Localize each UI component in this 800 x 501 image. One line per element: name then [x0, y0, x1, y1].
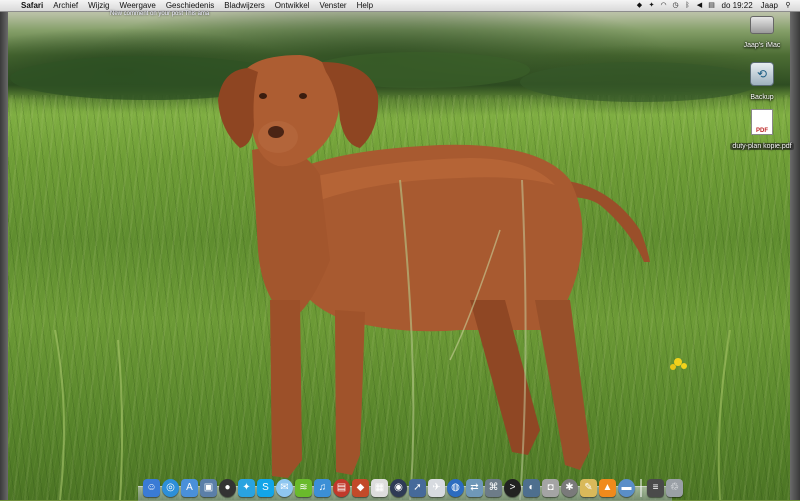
messages-icon[interactable]: ✉: [276, 479, 293, 497]
trash-icon[interactable]: ♲: [666, 479, 683, 497]
time-machine-icon[interactable]: ◷: [670, 0, 682, 11]
network-icon[interactable]: ⌘: [485, 479, 502, 497]
spotify-icon[interactable]: ≋: [295, 479, 312, 497]
rocket-icon[interactable]: ➚: [409, 479, 426, 497]
menu-geschiedenis[interactable]: Geschiedenis: [161, 0, 219, 11]
terminal-icon[interactable]: >: [504, 479, 521, 497]
desktop-icon-label: duty-plan kopie.pdf: [730, 143, 794, 150]
pdf-file-icon: PDF: [751, 109, 773, 135]
photos-icon[interactable]: ◆: [352, 479, 369, 497]
menu-safari[interactable]: Safari: [16, 0, 48, 11]
downloads-stack-icon[interactable]: ≡: [647, 479, 664, 497]
left-window-edge: [0, 10, 8, 500]
calendar-icon[interactable]: ▦: [371, 479, 388, 497]
safari-icon[interactable]: ◎: [162, 479, 179, 497]
utility-icon[interactable]: ✱: [561, 479, 578, 497]
dock: ☺ ◎ A ▣ ● ✦ S ✉ ≋ ♫ ▤ ◆ ▦ ◉ ➚ ✈ ◍ ⇄ ⌘ > ◐ ◘ ✱ ✎ ▲ ▬ ≡ ♲: [143, 473, 683, 497]
skype-icon[interactable]: S: [257, 479, 274, 497]
hard-drive-icon: [750, 16, 774, 34]
twitter-bird-icon[interactable]: ✦: [238, 479, 255, 497]
menu-user[interactable]: Jaap: [757, 0, 782, 11]
menu-venster[interactable]: Venster: [314, 0, 351, 11]
globe-icon[interactable]: ◍: [447, 479, 464, 497]
finder-icon[interactable]: ☺: [143, 479, 160, 497]
bluetooth-icon[interactable]: ᛒ: [682, 0, 694, 11]
preview-icon[interactable]: ▣: [200, 479, 217, 497]
image-capture-icon[interactable]: ◐: [523, 479, 540, 497]
app-store-icon[interactable]: A: [181, 479, 198, 497]
text-edit-icon[interactable]: ✎: [580, 479, 597, 497]
menu-weergave[interactable]: Weergave: [114, 0, 160, 11]
menu-archief[interactable]: Archief: [48, 0, 83, 11]
desktop-icon-duty-plan-pdf[interactable]: PDF duty-plan kopie.pdf: [727, 109, 797, 153]
photo-booth-icon[interactable]: ▤: [333, 479, 350, 497]
menu-help[interactable]: Help: [352, 0, 378, 11]
dock-separator: [640, 479, 642, 497]
desktop-icon-jaaps-imac[interactable]: Jaap's iMac: [727, 16, 797, 52]
dropbox-icon[interactable]: ◆: [634, 0, 646, 11]
time-machine-drive-icon: ⟲: [750, 62, 774, 86]
menu-bladwijzers[interactable]: Bladwijzers: [219, 0, 269, 11]
nl-flag-icon[interactable]: ▤: [706, 0, 718, 11]
dashboard-icon[interactable]: ◉: [390, 479, 407, 497]
vlc-icon[interactable]: ▲: [599, 479, 616, 497]
folder-icon[interactable]: ▬: [618, 479, 635, 497]
notification-tooltip: New comment on your post This ama: [110, 11, 210, 17]
camera-icon[interactable]: ●: [219, 479, 236, 497]
wifi-icon[interactable]: ◠: [658, 0, 670, 11]
mail-icon[interactable]: ✈: [428, 479, 445, 497]
volume-icon[interactable]: ◀: [694, 0, 706, 11]
menu-wijzig[interactable]: Wijzig: [83, 0, 114, 11]
twitter-icon[interactable]: ✦: [646, 0, 658, 11]
desktop-icon-label: Backup: [750, 94, 774, 101]
transmit-icon[interactable]: ⇄: [466, 479, 483, 497]
spotlight-icon[interactable]: ⚲: [782, 0, 794, 11]
wallpaper-dog-image: [10, 52, 760, 500]
desktop-icon-backup[interactable]: ⟲ Backup: [727, 62, 797, 104]
camera-app-icon[interactable]: ◘: [542, 479, 559, 497]
desktop-icon-label: Jaap's iMac: [743, 42, 781, 49]
menu-clock[interactable]: do 19:22: [718, 0, 757, 11]
menu-ontwikkel[interactable]: Ontwikkel: [270, 0, 315, 11]
itunes-icon[interactable]: ♫: [314, 479, 331, 497]
